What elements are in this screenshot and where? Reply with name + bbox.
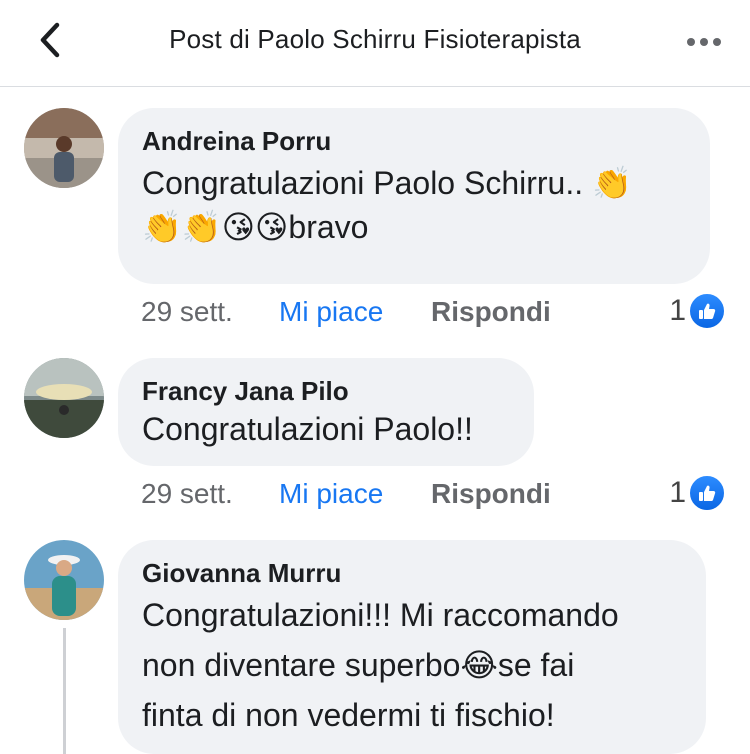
thread-line (63, 628, 66, 754)
comment-text-line: Congratulazioni Paolo!! (142, 411, 473, 447)
page-title: Post di Paolo Schirru Fisioterapista (169, 24, 581, 54)
comment-author[interactable]: Francy Jana Pilo (142, 374, 510, 408)
like-icon (688, 474, 726, 512)
comment-text-line: finta di non vedermi ti fischio! (142, 697, 555, 733)
comment-author[interactable]: Giovanna Murru (142, 556, 682, 590)
avatar[interactable] (24, 108, 104, 188)
reaction-summary[interactable]: 1 (669, 474, 726, 512)
avatar[interactable] (24, 540, 104, 620)
comment-text-line: Congratulazioni!!! Mi raccomando (142, 597, 619, 633)
like-icon (688, 292, 726, 330)
comment-timestamp: 29 sett. (141, 296, 233, 327)
comment-timestamp: 29 sett. (141, 478, 233, 509)
reaction-count: 1 (669, 476, 686, 509)
more-dots-icon (687, 38, 721, 46)
comment-bubble: Francy Jana Pilo Congratulazioni Paolo!! (118, 358, 534, 466)
reply-button[interactable]: Rispondi (431, 478, 551, 510)
reaction-count: 1 (669, 294, 686, 327)
comment-author[interactable]: Andreina Porru (142, 124, 686, 158)
more-options-button[interactable] (678, 22, 730, 62)
comment-bubble: Giovanna Murru Congratulazioni!!! Mi rac… (118, 540, 706, 754)
avatar[interactable] (24, 358, 104, 438)
like-button[interactable]: Mi piace (279, 296, 383, 328)
top-bar: Post di Paolo Schirru Fisioterapista (0, 0, 750, 87)
comment-text-line: Congratulazioni Paolo Schirru.. 👏 (142, 165, 632, 201)
comment-text-line: 👏👏😘😘bravo (142, 209, 369, 245)
comment-bubble: Andreina Porru Congratulazioni Paolo Sch… (118, 108, 710, 284)
comment-text-line: non diventare superbo😂se fai (142, 647, 575, 683)
reply-button[interactable]: Rispondi (431, 296, 551, 328)
reaction-summary[interactable]: 1 (669, 292, 726, 330)
like-button[interactable]: Mi piace (279, 478, 383, 510)
